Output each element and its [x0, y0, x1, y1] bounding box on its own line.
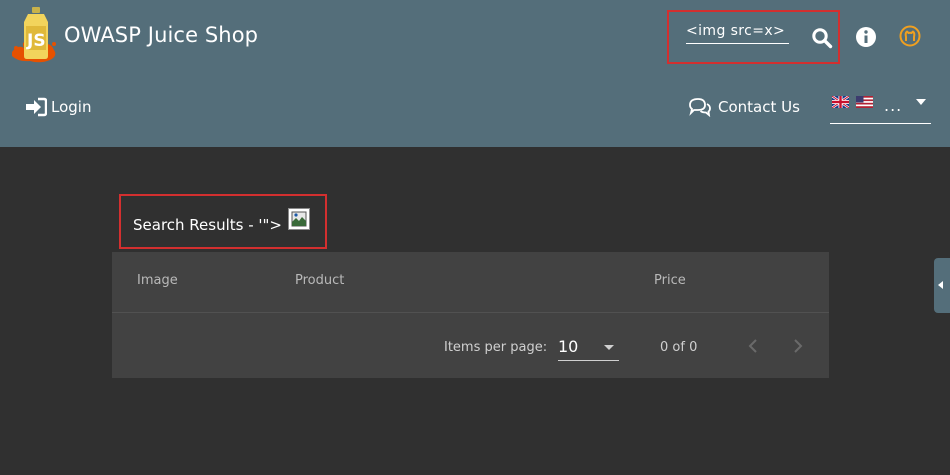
page-range-label: 0 of 0: [660, 340, 698, 355]
column-header-product: Product: [295, 273, 345, 288]
contact-us-button[interactable]: Contact Us: [688, 96, 800, 118]
login-button[interactable]: Login: [25, 96, 91, 118]
chevron-down-icon: [604, 345, 614, 350]
table-header-row: Image Product Price: [112, 252, 829, 313]
top-toolbar: JS OWASP Juice Shop <img src=x> Login Co…: [0, 0, 950, 147]
svg-text:JS: JS: [26, 31, 46, 51]
column-header-price[interactable]: Price: [654, 273, 686, 288]
broken-image-icon: [288, 208, 310, 230]
contact-us-label: Contact Us: [718, 98, 800, 116]
info-icon[interactable]: [855, 26, 877, 48]
items-per-page-label: Items per page:: [444, 340, 548, 355]
search-input[interactable]: <img src=x>: [686, 23, 789, 44]
flag-gb-icon: [832, 96, 849, 108]
chevron-left-icon: [938, 281, 943, 289]
items-per-page-select[interactable]: 10: [558, 334, 619, 361]
language-select[interactable]: ...: [830, 92, 931, 124]
sidenav-toggle-tab[interactable]: [934, 258, 950, 313]
search-highlight-box: <img src=x>: [667, 10, 840, 64]
chevron-down-icon: [916, 99, 926, 105]
search-results-heading: Search Results - '">: [119, 194, 327, 249]
login-label: Login: [51, 98, 92, 116]
previous-page-button[interactable]: [745, 336, 761, 356]
search-results-title: Search Results - '">: [133, 216, 283, 234]
juice-shop-logo[interactable]: JS: [10, 4, 60, 64]
flag-us-icon: [856, 96, 873, 108]
search-icon[interactable]: [811, 27, 833, 49]
paginator: Items per page: 10 0 of 0: [112, 314, 829, 378]
column-header-image: Image: [137, 273, 178, 288]
chat-icon: [689, 98, 711, 117]
language-more: ...: [884, 96, 903, 115]
next-page-button[interactable]: [790, 336, 806, 356]
app-title[interactable]: OWASP Juice Shop: [64, 23, 258, 47]
search-results-table: Image Product Price Items per page: 10 0…: [112, 252, 829, 378]
github-icon[interactable]: [899, 25, 921, 47]
login-icon: [26, 97, 47, 117]
items-per-page-value: 10: [558, 337, 579, 356]
